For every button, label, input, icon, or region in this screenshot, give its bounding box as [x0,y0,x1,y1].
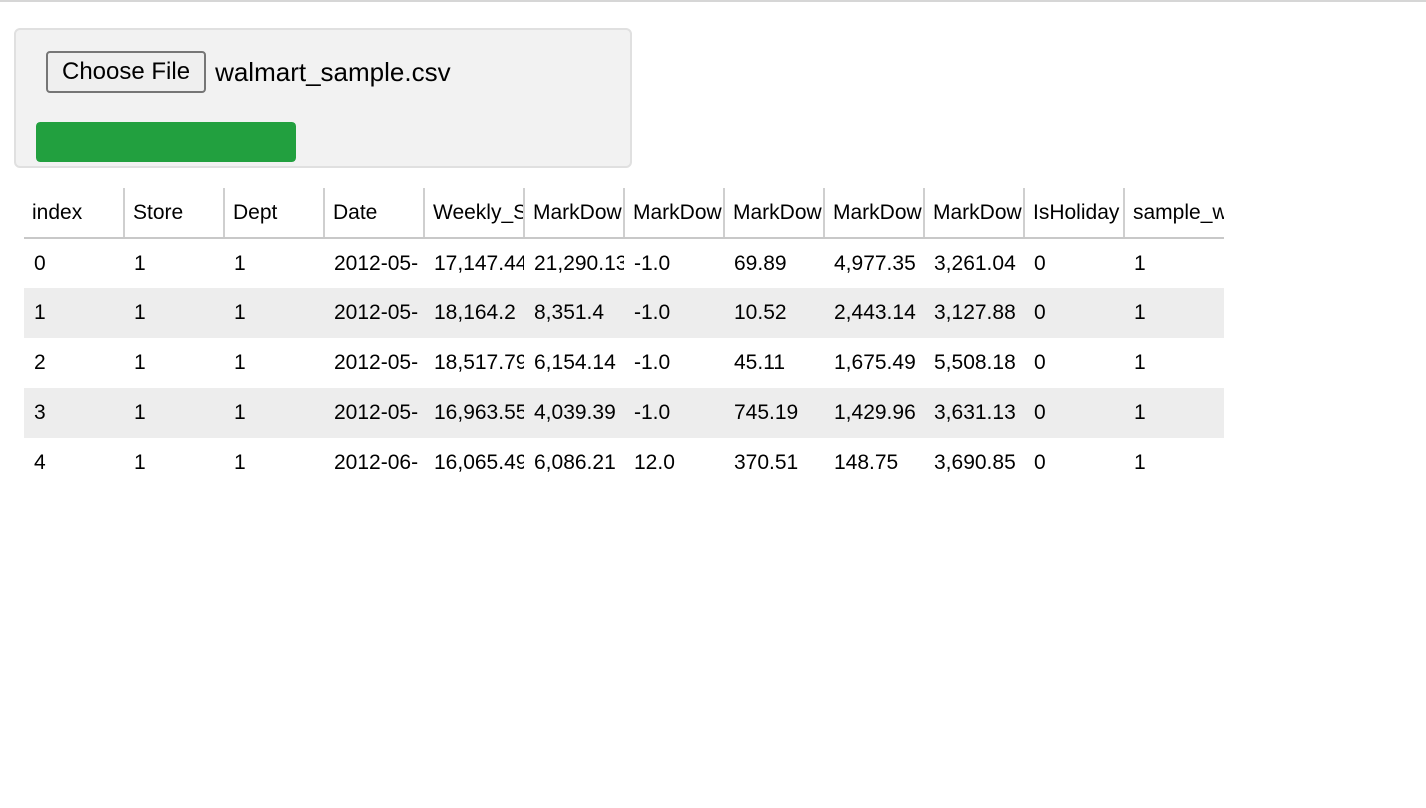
table-cell-markdown1: 6,154.14 [534,351,616,374]
column-header-sample-weight: sample_weight [1124,188,1224,239]
table-row: 1 1 1 2012-05- 18,164.2 8,351.4 -1.0 10.52 2,443… [24,288,1224,338]
table-cell-date: 2012-05- [334,351,419,374]
table-cell-isholiday: 0 [1034,451,1046,474]
table-cell-sample-weight: 1 [1134,351,1146,374]
table-cell-markdown3: 45.11 [734,351,785,374]
column-header-store: Store [124,188,225,239]
table-cell-markdown4: 2,443.14 [824,288,924,338]
table-cell-sample-weight: 1 [1134,451,1146,474]
table-cell-markdown4: 1,675.49 [834,351,916,374]
table-cell-weekly-sales: 16,963.55 [424,388,524,438]
table-row: 2 1 1 2012-05- 18,517.79 6,154.14 -1.0 45.11 1,6… [24,338,1224,388]
table-cell-isholiday: 0 [1024,388,1124,438]
table-cell-markdown1: 4,039.39 [524,388,624,438]
column-header-date: Date [324,188,425,239]
table-body: 0 1 1 2012-05- 17,147.44 21,290.13 -1.0 69.89 4,… [24,238,1224,488]
table-cell-date: 2012-05- [334,251,419,275]
table-cell-markdown5: 3,261.04 [934,251,1016,275]
table-cell-sample-weight: 1 [1124,288,1224,338]
table-cell-markdown4: 4,977.35 [834,251,916,275]
column-header-isholiday: IsHoliday [1024,188,1125,239]
table-cell-isholiday: 0 [1024,288,1124,338]
table-cell-dept: 1 [224,288,324,338]
table-cell-dept: 1 [234,251,246,275]
table-cell-markdown5: 3,690.85 [934,451,1016,474]
data-table: indexStoreDeptDateWeekly_SalesMarkDown1M… [24,188,1224,488]
column-header-dept: Dept [224,188,325,239]
table-cell-markdown3: 745.19 [724,388,824,438]
table-cell-weekly-sales: 16,065.49 [434,451,524,474]
table-row: 3 1 1 2012-05- 16,963.55 4,039.39 -1.0 745.19 1,… [24,388,1224,438]
column-header-markdown3: MarkDown3 [724,188,825,239]
table-cell-weekly-sales: 18,164.2 [424,288,524,338]
table-cell-weekly-sales: 17,147.44 [434,251,524,275]
table-cell-index: 0 [34,251,46,275]
table-cell-index: 3 [24,388,124,438]
table-cell-date: 2012-05- [324,288,424,338]
table-cell-sample-weight: 1 [1134,251,1146,275]
table-cell-store: 1 [134,351,146,374]
table-cell-index: 2 [34,351,46,374]
column-header-index: index [24,188,125,239]
column-header-markdown4: MarkDown4 [824,188,925,239]
table-cell-store: 1 [134,251,146,275]
choose-file-button[interactable]: Choose File [46,51,207,93]
table-cell-index: 4 [34,451,46,474]
table-row: 4 1 1 2012-06- 16,065.49 6,086.21 12.0 370.51 14… [24,438,1224,488]
table-cell-date: 2012-06- [334,451,419,474]
table-cell-store: 1 [124,288,224,338]
table-cell-markdown4: 1,429.96 [824,388,924,438]
table-cell-store: 1 [124,388,224,438]
table-cell-dept: 1 [224,388,324,438]
table-cell-markdown2: -1.0 [634,351,671,374]
table-cell-index: 1 [24,288,124,338]
data-table-container: indexStoreDeptDateWeekly_SalesMarkDown1M… [24,188,1224,488]
table-cell-markdown3: 10.52 [724,288,824,338]
table-cell-markdown2: 12.0 [634,451,675,474]
table-cell-markdown5: 5,508.18 [934,351,1016,374]
table-cell-store: 1 [134,451,146,474]
upload-progress-fill [36,122,296,162]
table-header-row: indexStoreDeptDateWeekly_SalesMarkDown1M… [24,188,1224,239]
table-cell-dept: 1 [234,451,246,474]
table-cell-markdown1: 8,351.4 [524,288,624,338]
table-cell-markdown2: -1.0 [634,251,671,275]
table-cell-markdown3: 370.51 [734,451,799,474]
table-cell-markdown1: 21,290.13 [534,251,624,275]
column-header-markdown2: MarkDown2 [624,188,725,239]
table-cell-markdown2: -1.0 [624,288,724,338]
table-cell-markdown2: -1.0 [624,388,724,438]
file-picker: Choose File walmart_sample.csv [46,51,451,93]
table-cell-markdown4: 148.75 [834,451,899,474]
table-cell-markdown5: 3,631.13 [924,388,1024,438]
upload-panel: Choose File walmart_sample.csv [14,28,632,168]
table-cell-date: 2012-05- [324,388,424,438]
table-row: 0 1 1 2012-05- 17,147.44 21,290.13 -1.0 69.89 4,… [24,238,1224,288]
selected-file-name: walmart_sample.csv [215,56,451,87]
table-cell-markdown3: 69.89 [734,251,787,275]
table-cell-markdown5: 3,127.88 [924,288,1024,338]
table-cell-markdown1: 6,086.21 [534,451,616,474]
top-divider [0,0,1426,2]
column-header-markdown5: MarkDown5 [924,188,1025,239]
table-cell-isholiday: 0 [1034,251,1046,275]
table-cell-weekly-sales: 18,517.79 [434,351,524,374]
column-header-weekly-sales: Weekly_Sales [424,188,525,239]
table-cell-dept: 1 [234,351,246,374]
table-cell-isholiday: 0 [1034,351,1046,374]
upload-progress-bar [36,122,296,162]
table-cell-sample-weight: 1 [1124,388,1224,438]
column-header-markdown1: MarkDown1 [524,188,625,239]
